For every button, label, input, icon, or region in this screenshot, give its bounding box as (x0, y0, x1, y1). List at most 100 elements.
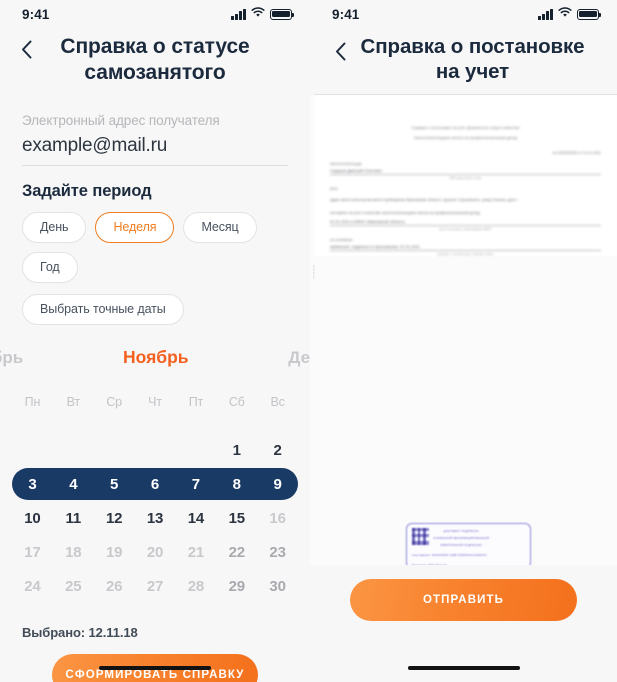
page-title: Справка о статусе самозанятого (60, 35, 250, 84)
calendar-day[interactable]: 28 (175, 578, 216, 595)
stamp-header: ДОКУМЕНТ ПОДПИСАН УСИЛЕННОЙ КВАЛИФИЦИРОВ… (412, 528, 525, 549)
qr-code-icon (412, 528, 429, 545)
document-caption-date: дата постановки, наименование ИФНС (439, 227, 492, 231)
weekday-thu: Чт (148, 395, 162, 410)
calendar-day[interactable]: 23 (257, 544, 298, 561)
document-label-fio: Налогоплательщик (330, 161, 362, 166)
weekday-sun: Вс (270, 395, 285, 410)
calendar-day[interactable]: 13 (135, 510, 176, 527)
status-bar-right: 9:41 (310, 0, 617, 28)
screen-certificate-status: 9:41 Справка о статусе самозанятого Элек… (0, 0, 310, 682)
status-time: 9:41 (22, 6, 50, 22)
weekday-tue: Вт (66, 395, 80, 410)
calendar-day[interactable]: 29 (216, 578, 257, 595)
month-next[interactable]: Дека (288, 348, 310, 368)
calendar-day[interactable]: 18 (53, 544, 94, 561)
nav-header-right: Справка о постановке на учет (310, 28, 617, 94)
calendar-week-row-selected[interactable]: 3 4 5 6 7 8 9 (12, 467, 298, 501)
stamp-title: ДОКУМЕНТ ПОДПИСАН УСИЛЕННОЙ КВАЛИФИЦИРОВ… (433, 528, 489, 549)
period-chip-month[interactable]: Месяц (183, 212, 257, 244)
email-field-label: Электронный адрес получателя (22, 113, 220, 129)
calendar-day[interactable]: 4 (53, 476, 94, 493)
period-section-title: Задайте период (22, 182, 152, 201)
document-value-date: 01.01.2011 в ИФНС Ивановской области (330, 220, 601, 227)
calendar-weekday-row: Пн Вт Ср Чт Пт Сб Вс (12, 385, 298, 419)
calendar-day[interactable]: 16 (257, 510, 298, 527)
calendar-week-row: 10 11 12 13 14 15 16 (12, 501, 298, 535)
month-carousel: ябрь Ноябрь Дека (0, 325, 310, 368)
digital-signature-stamp: ДОКУМЕНТ ПОДПИСАН УСИЛЕННОЙ КВАЛИФИЦИРОВ… (406, 523, 531, 565)
send-button[interactable]: ОТПРАВИТЬ (350, 579, 577, 621)
month-previous[interactable]: ябрь (0, 348, 23, 368)
email-field-group: Электронный адрес получателя (0, 95, 310, 167)
calendar-day[interactable]: 27 (135, 578, 176, 595)
stamp-title-line-3: ЭЛЕКТРОННОЙ ПОДПИСЬЮ (440, 542, 483, 547)
month-current[interactable]: Ноябрь (123, 347, 189, 368)
period-chip-day[interactable]: День (22, 212, 87, 244)
period-chip-week[interactable]: Неделя (95, 212, 175, 244)
chevron-left-icon (335, 42, 345, 60)
document-label-inn: ИНН (330, 186, 338, 191)
calendar-day[interactable]: 14 (175, 510, 216, 527)
calendar-day[interactable]: 15 (216, 510, 257, 527)
calendar-day[interactable]: 12 (94, 510, 135, 527)
cellular-signal-icon (231, 8, 246, 20)
calendar-day[interactable]: 3 (12, 476, 53, 493)
document-title-line-1: Справка о постановке на учет физического… (411, 126, 520, 130)
calendar-day[interactable]: 2 (257, 442, 298, 459)
document-title-line-2: налогоплательщика налога на профессионал… (413, 136, 518, 141)
back-button[interactable] (14, 36, 38, 62)
battery-icon (270, 8, 295, 20)
calendar-day[interactable]: 20 (135, 544, 176, 561)
exact-dates-group: Выбрать точные даты (0, 283, 310, 326)
document-caption-fio: ФИО физического лица (449, 176, 482, 180)
cta-wrap-right: ОТПРАВИТЬ (310, 565, 617, 621)
calendar-week-row: 1 2 (12, 433, 298, 467)
calendar-day[interactable]: 8 (216, 476, 257, 493)
calendar-day[interactable]: 22 (216, 544, 257, 561)
document-value-fio: Сидоров Дмитрий Олегович (330, 169, 601, 176)
calendar-day[interactable]: 25 (53, 578, 94, 595)
period-chip-year[interactable]: Год (22, 252, 78, 284)
calendar-spacer (12, 419, 298, 433)
calendar-week-row: 24 25 26 27 28 29 30 (12, 569, 298, 603)
battery-icon (577, 8, 602, 20)
calendar-day[interactable]: 7 (175, 476, 216, 493)
calendar-day[interactable]: 17 (12, 544, 53, 561)
calendar-day[interactable]: 21 (175, 544, 216, 561)
stamp-title-line-2: УСИЛЕННОЙ КВАЛИФИЦИРОВАННОЙ (433, 535, 490, 540)
calendar-day[interactable]: 19 (94, 544, 135, 561)
cellular-signal-icon (538, 8, 553, 20)
document-paragraph-1: адрес места жительства места пребывания … (330, 197, 518, 202)
weekday-wed: Ср (106, 395, 122, 410)
back-button[interactable] (328, 38, 352, 64)
home-indicator-left (99, 666, 211, 670)
page-title: Справка о постановке на учет (360, 35, 585, 83)
calendar-week-row: 17 18 19 20 21 22 23 (12, 535, 298, 569)
calendar-day[interactable]: 26 (94, 578, 135, 595)
calendar-day[interactable]: 1 (216, 442, 257, 459)
document-label-basis: на основании (330, 237, 353, 242)
chevron-left-icon (21, 40, 31, 58)
document-caption-basis: документ, отчетные даты, признак, номер (437, 252, 494, 256)
weekday-fri: Пт (188, 395, 204, 410)
status-icons (231, 5, 295, 23)
wifi-icon (251, 5, 265, 23)
calendar-day[interactable]: 10 (12, 510, 53, 527)
document-edge-note: Справка (312, 265, 316, 279)
dual-screen-container: 9:41 Справка о статусе самозанятого Элек… (0, 0, 617, 682)
period-chip-exact-dates[interactable]: Выбрать точные даты (22, 294, 184, 326)
stamp-line-1: Сертификат: 00АА00000 11ВВ 000000АА1А000… (412, 552, 487, 557)
calendar-day[interactable]: 5 (94, 476, 135, 493)
document-preview-scroll[interactable]: Справка о постановке на учет физического… (310, 95, 617, 565)
status-icons (538, 5, 602, 23)
calendar-day[interactable]: 30 (257, 578, 298, 595)
calendar-day[interactable]: 6 (135, 476, 176, 493)
selected-date-note: Выбрано: 12.11.18 (22, 625, 138, 641)
calendar-day[interactable]: 9 (257, 476, 298, 493)
home-indicator-right (407, 666, 520, 670)
screen-registration-certificate: 9:41 Справка о постановке на учет Справк… (310, 0, 617, 682)
calendar-day[interactable]: 24 (12, 578, 53, 595)
calendar-day[interactable]: 11 (53, 510, 94, 527)
email-input[interactable] (22, 128, 288, 166)
